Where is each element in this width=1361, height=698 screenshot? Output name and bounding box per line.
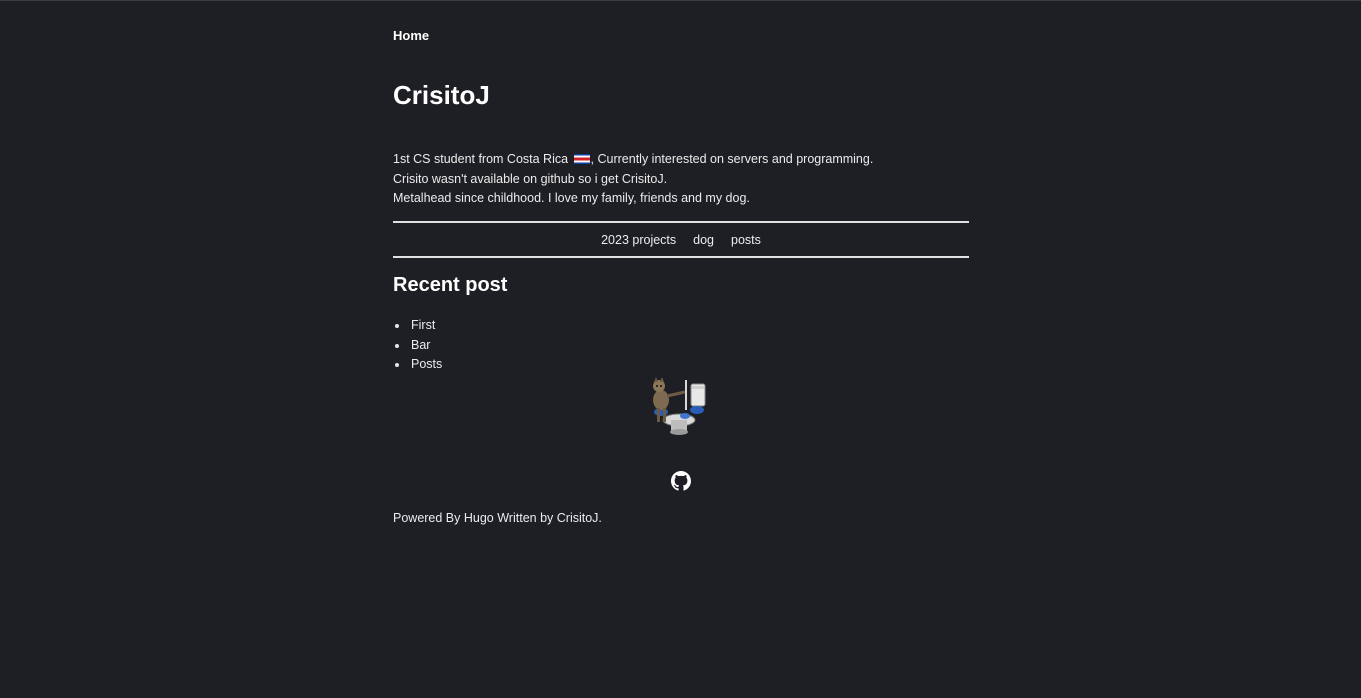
- github-icon[interactable]: [671, 471, 691, 491]
- costa-rica-flag-icon: [573, 154, 590, 164]
- footer-powered-by: Powered By: [393, 511, 464, 525]
- footer-written-by: Written by: [493, 511, 557, 525]
- mascot-image: [653, 377, 706, 435]
- menu-item-2023-projects[interactable]: 2023 projects: [601, 233, 676, 247]
- footer: Powered By Hugo Written by CrisitoJ.: [393, 511, 602, 525]
- site-title: CrisitoJ: [393, 80, 490, 110]
- footer-end: .: [598, 511, 602, 525]
- menu-item-dog[interactable]: dog: [693, 233, 714, 247]
- recent-post-link-bar[interactable]: Bar: [411, 338, 430, 352]
- nav-home-link[interactable]: Home: [393, 28, 429, 43]
- list-item: Posts: [394, 355, 442, 375]
- recent-post-heading: Recent post: [393, 274, 508, 296]
- main-menu: 2023 projects dog posts: [393, 221, 969, 258]
- recent-post-list: First Bar Posts: [393, 316, 442, 375]
- recent-post-link-posts[interactable]: Posts: [411, 357, 442, 371]
- footer-hugo: Hugo: [463, 511, 494, 525]
- list-item: First: [394, 316, 442, 336]
- bio-line-2: Crisito wasn't available on github so i …: [393, 171, 668, 186]
- bio-line-3: Metalhead since childhood. I love my fam…: [393, 191, 750, 205]
- bio-line-1: 1st CS student from Costa Rica , Current…: [393, 150, 969, 170]
- list-item: Bar: [394, 336, 442, 356]
- bio-line-1-start: 1st CS student from Costa Rica: [393, 152, 572, 166]
- bio: 1st CS student from Costa Rica , Current…: [393, 150, 969, 209]
- footer-author: CrisitoJ: [556, 511, 599, 525]
- top-border: [0, 0, 1361, 1]
- recent-post-link-first[interactable]: First: [411, 318, 435, 332]
- bio-line-1-end: , Currently interested on servers and pr…: [590, 152, 874, 166]
- menu-item-posts[interactable]: posts: [731, 233, 761, 247]
